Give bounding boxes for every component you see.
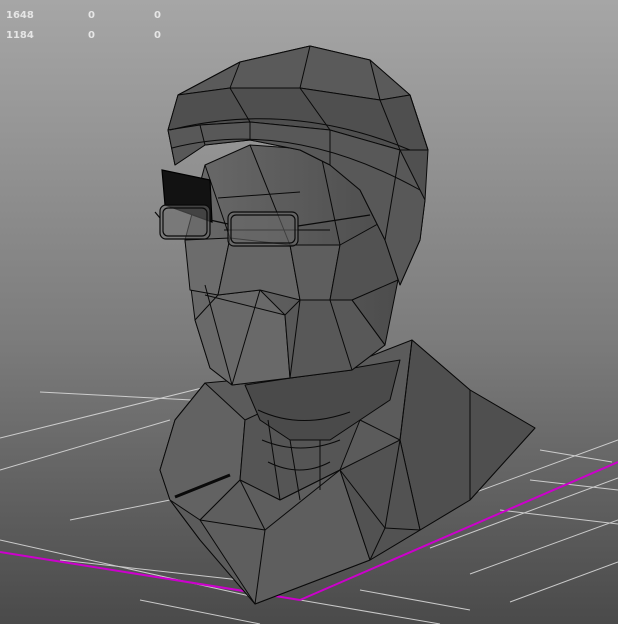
- hud-value: 0: [88, 10, 95, 21]
- hud-value: 0: [154, 10, 161, 21]
- hud-row-verts: 1648 0 0: [6, 9, 206, 23]
- hud-value: 1184: [6, 30, 34, 41]
- hud-value: 1648: [6, 10, 34, 21]
- viewport-canvas[interactable]: [0, 0, 618, 624]
- 3d-viewport[interactable]: 1648 0 0 1184 0 0: [0, 0, 618, 624]
- poly-count-hud: 1648 0 0 1184 0 0: [0, 0, 220, 50]
- hud-value: 0: [154, 30, 161, 41]
- hud-row-faces: 1184 0 0: [6, 29, 206, 43]
- hud-value: 0: [88, 30, 95, 41]
